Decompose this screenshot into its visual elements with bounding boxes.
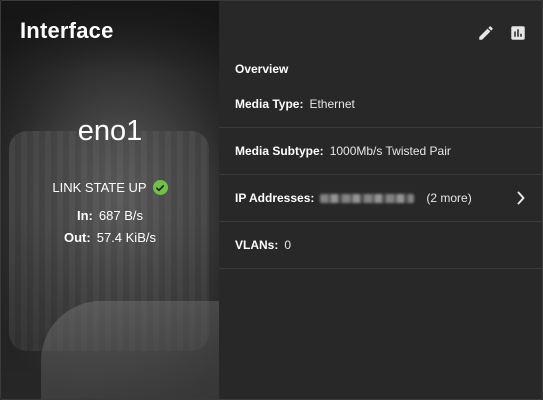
media-type-value: Ethernet (309, 97, 355, 111)
vlans-value: 0 (284, 238, 292, 252)
interface-name: eno1 (77, 115, 143, 147)
interface-card: Interface eno1 LINK STATE UP In: 687 B/s… (0, 0, 543, 400)
overview-list: Media Type: Ethernet Media Subtype: 1000… (219, 81, 542, 269)
traffic-out: Out: 57.4 KiB/s (1, 226, 219, 248)
media-subtype-value: 1000Mb/s Twisted Pair (329, 144, 451, 158)
traffic-out-value: 57.4 KiB/s (96, 229, 156, 245)
ip-address-redacted (320, 193, 415, 203)
media-subtype-label: Media Subtype: (235, 144, 324, 158)
ip-addresses-more: (2 more) (426, 191, 472, 205)
edit-button[interactable] (476, 23, 496, 43)
interface-summary-panel: Interface eno1 LINK STATE UP In: 687 B/s… (1, 1, 219, 399)
ip-addresses-row[interactable]: IP Addresses: (2 more) (219, 175, 542, 222)
reports-button[interactable] (508, 23, 528, 43)
overview-heading: Overview (235, 62, 289, 76)
link-state: LINK STATE UP (1, 180, 219, 195)
traffic-in-label: In: (77, 207, 93, 223)
vlans-row: VLANs: 0 (219, 222, 542, 269)
media-type-row: Media Type: Ethernet (219, 81, 542, 128)
bar-chart-icon (511, 26, 525, 40)
link-state-label: LINK STATE UP (52, 180, 147, 195)
interface-details-panel: Overview Media Type: Ethernet Media Subt… (219, 1, 542, 399)
check-circle-icon (152, 180, 168, 195)
card-actions (476, 23, 528, 43)
traffic-out-label: Out: (64, 229, 91, 245)
traffic-stats: In: 687 B/s Out: 57.4 KiB/s (1, 204, 219, 248)
vlans-label: VLANs: (235, 238, 279, 252)
media-subtype-row: Media Subtype: 1000Mb/s Twisted Pair (219, 128, 542, 175)
ip-addresses-label: IP Addresses: (235, 191, 315, 205)
image-overlay (1, 1, 219, 399)
chevron-right-icon[interactable] (514, 191, 528, 205)
card-title: Interface (20, 18, 114, 43)
pencil-icon (479, 26, 493, 40)
traffic-in-value: 687 B/s (98, 207, 143, 223)
traffic-in: In: 687 B/s (1, 204, 219, 226)
media-type-label: Media Type: (235, 97, 304, 111)
